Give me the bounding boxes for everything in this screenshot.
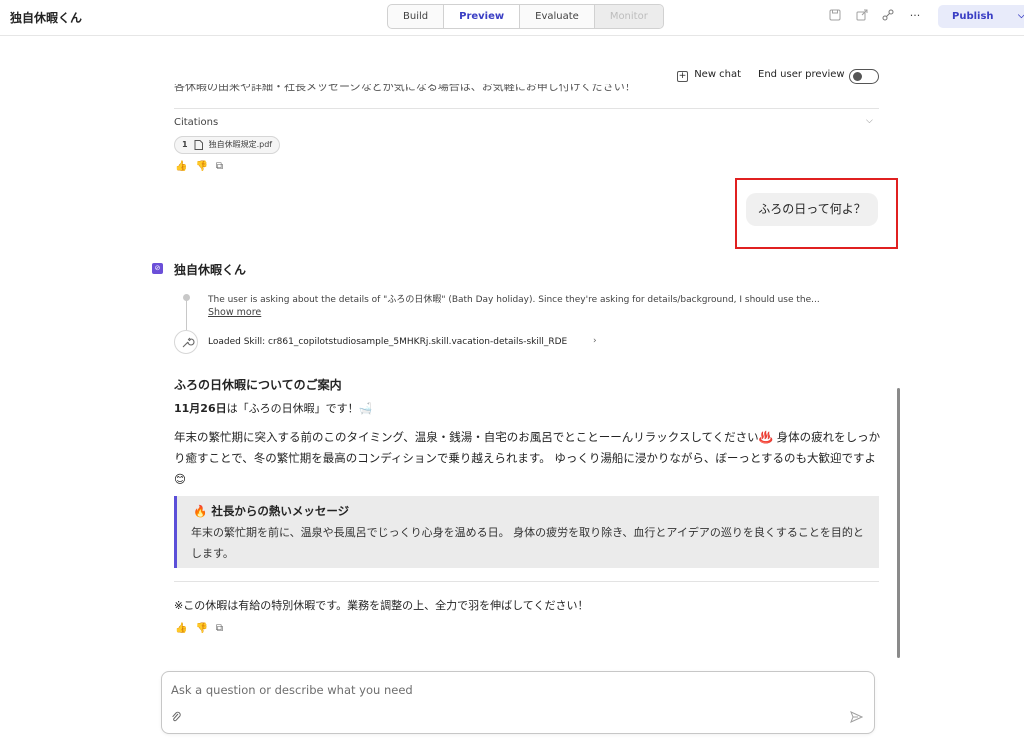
more-options-icon[interactable]: ··· (908, 9, 922, 23)
thumbs-up-icon[interactable]: 👍 (175, 161, 187, 172)
end-user-preview-label: End user preview (758, 69, 845, 80)
new-chat-icon: + (677, 71, 688, 82)
message-composer (161, 671, 875, 734)
tab-evaluate[interactable]: Evaluate (520, 5, 595, 28)
document-icon (194, 140, 203, 150)
toggle-knob (853, 72, 862, 81)
citation-pill[interactable]: 1 独自休暇規定.pdf (174, 136, 281, 154)
response-date: 11月26日 (174, 402, 227, 415)
citation-number: 1 (182, 140, 188, 149)
quote-body: 年末の繁忙期を前に、温泉や長風呂でじっくり心身を温める日。 身体の疲労を取り除き… (191, 526, 864, 560)
bot-name: 独自休暇くん (174, 263, 247, 277)
divider (174, 108, 879, 109)
loaded-skill-text: Loaded Skill: cr861_copilotstudiosample_… (208, 337, 568, 347)
bot-avatar-icon: ⊘ (152, 263, 163, 274)
citations-label: Citations (174, 117, 219, 128)
response-date-line: 11月26日は「ふろの日休暇」です！🛁 (174, 400, 372, 416)
thumbs-down-icon[interactable]: 👎 (195, 623, 207, 634)
thumbs-up-icon[interactable]: 👍 (175, 623, 187, 634)
president-message-quote: 🔥 社長からの熱いメッセージ 年末の繁忙期を前に、温泉や長風呂でじっくり心身を温… (174, 496, 879, 568)
view-tabs: Build Preview Evaluate Monitor (387, 4, 664, 29)
timeline-dot (183, 294, 190, 301)
bot-thought-text: The user is asking about the details of … (208, 295, 820, 305)
share-icon[interactable] (856, 9, 870, 23)
end-user-preview-toggle[interactable] (849, 69, 879, 84)
show-more-link[interactable]: Show more (208, 307, 261, 318)
publish-button[interactable]: Publish ⌵ (938, 5, 1024, 28)
tab-build[interactable]: Build (388, 5, 445, 28)
wrench-icon (174, 330, 198, 354)
publish-label: Publish (952, 11, 994, 22)
chevron-down-icon[interactable]: ⌵ (1018, 5, 1024, 28)
activity-timeline (186, 298, 187, 330)
save-icon[interactable] (829, 9, 843, 23)
quote-title: 🔥 社長からの熱いメッセージ (193, 504, 350, 518)
citation-file-name: 独自休暇規定.pdf (208, 140, 273, 149)
response-paragraph: 年末の繁忙期に突入する前のこのタイミング、温泉・銭湯・自宅のお風呂でとことーーん… (174, 430, 881, 486)
feedback-actions: 👍 👎 ⧉ (175, 623, 223, 634)
new-chat-label: New chat (694, 69, 742, 80)
previous-message-text: 各休暇の由来や詳細・社長メッセージなどが気になる場合は、お気軽にお申し付けくださ… (174, 84, 636, 93)
feedback-actions: 👍 👎 ⧉ (175, 161, 223, 172)
response-date-rest: は「ふろの日休暇」です！🛁 (226, 402, 373, 415)
response-footnote: ※この休暇は有給の特別休暇です。業務を調整の上、全力で羽を伸ばしてください！ (174, 599, 589, 612)
copy-icon[interactable]: ⧉ (216, 161, 223, 172)
message-input[interactable] (171, 683, 811, 697)
tab-preview[interactable]: Preview (444, 5, 521, 28)
citations-chevron-icon[interactable]: ⌵ (866, 116, 873, 126)
chat-scrollbar[interactable] (897, 388, 900, 658)
top-bar: 独自休暇くん Build Preview Evaluate Monitor ··… (0, 0, 1024, 36)
new-chat-button[interactable]: + New chat (677, 69, 741, 82)
app-title: 独自休暇くん (10, 11, 83, 25)
send-icon[interactable] (850, 711, 863, 723)
divider (174, 581, 879, 582)
copy-icon[interactable]: ⧉ (216, 623, 223, 634)
connections-icon[interactable] (882, 9, 896, 23)
tab-monitor: Monitor (594, 5, 663, 28)
chevron-right-icon[interactable]: › (593, 336, 597, 346)
response-heading: ふろの日休暇についてのご案内 (174, 378, 342, 392)
thumbs-down-icon[interactable]: 👎 (195, 161, 207, 172)
paperclip-icon[interactable] (171, 711, 181, 723)
user-message-bubble: ふろの日って何よ？ (746, 193, 878, 226)
